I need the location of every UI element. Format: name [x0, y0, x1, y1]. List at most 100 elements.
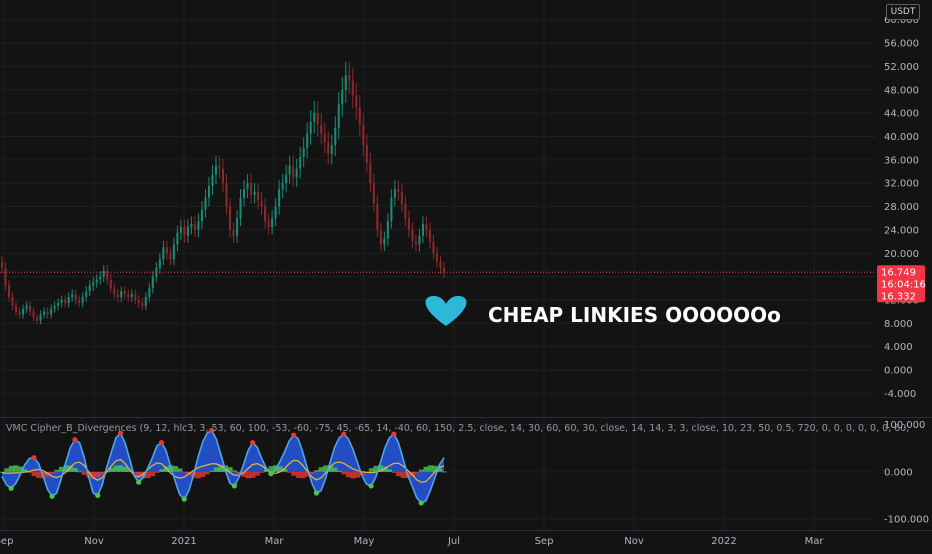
- price-tick-label: 36.000: [884, 155, 919, 166]
- candle-body: [313, 113, 316, 122]
- candle-body: [309, 121, 312, 134]
- candle-body: [302, 148, 305, 157]
- price-tick-label: 40.000: [884, 132, 919, 143]
- candle-body: [351, 80, 354, 96]
- candle-body: [278, 189, 281, 207]
- candle-body: [239, 197, 242, 219]
- wave-cross-dot: [72, 437, 78, 443]
- candle-body: [71, 294, 74, 298]
- candle-body: [193, 224, 196, 230]
- money-flow-bar: [309, 471, 315, 474]
- money-flow-bar: [400, 471, 406, 479]
- candle-body: [14, 305, 18, 312]
- candle-body: [123, 291, 126, 295]
- money-flow-bar: [204, 471, 210, 475]
- candle-body: [46, 311, 49, 315]
- money-flow-bar: [254, 471, 260, 476]
- money-flow-bar: [391, 471, 397, 473]
- candle-body: [176, 232, 179, 245]
- candle-body: [428, 229, 432, 242]
- money-flow-bar: [200, 471, 206, 478]
- candle-body: [411, 229, 414, 242]
- candle-body: [432, 241, 435, 254]
- candle-body: [260, 200, 263, 207]
- price-tick-label: 20.000: [884, 249, 919, 260]
- money-flow-bar: [177, 468, 183, 472]
- candle-body: [271, 218, 274, 227]
- money-flow-bar: [72, 467, 78, 472]
- money-flow-bar: [428, 465, 434, 472]
- price-tick-label: 8.000: [884, 319, 913, 330]
- candle-body: [32, 311, 35, 318]
- time-tick-label: Jul: [447, 536, 460, 547]
- candle-body: [116, 294, 119, 298]
- money-flow-bar: [232, 470, 238, 472]
- chart-stage[interactable]: CHEAP LINKIES OOOOOOo -4.000 0.000 4.000 8.…: [0, 0, 932, 550]
- money-flow-bar: [150, 471, 156, 477]
- indicator-axis[interactable]: 100.0000.000-100.000: [884, 420, 929, 525]
- wave-cross-dot: [8, 485, 14, 491]
- time-tick-label: Nov: [624, 536, 644, 547]
- money-flow-bar: [396, 471, 402, 477]
- money-flow-bar: [81, 471, 87, 475]
- candle-body: [190, 224, 193, 227]
- candle-body: [400, 191, 403, 204]
- candle-body: [225, 183, 228, 207]
- wave-cross-dot: [158, 440, 165, 446]
- money-flow-bar: [77, 471, 83, 473]
- candle-body: [316, 113, 319, 125]
- candle-body: [274, 206, 277, 219]
- money-flow-bar: [181, 471, 188, 473]
- candle-body: [334, 127, 337, 146]
- money-flow-bar: [346, 471, 352, 478]
- candle-body: [306, 133, 309, 149]
- money-flow-bar: [213, 467, 219, 472]
- price-axis[interactable]: -4.0000.0004.0008.00012.00016.00020.0002…: [884, 15, 919, 400]
- price-tick-label: 24.000: [884, 225, 919, 236]
- candle-body: [348, 75, 351, 81]
- candle-body: [53, 305, 56, 309]
- heart-icon: [425, 296, 467, 326]
- candle-body: [60, 299, 63, 303]
- indicator-pane: [0, 424, 876, 520]
- candle-body: [250, 183, 253, 195]
- time-tick-label: 2022: [711, 536, 736, 547]
- money-flow-bar: [291, 471, 297, 476]
- indicator-tick-label: -100.000: [884, 514, 929, 525]
- candle-body: [197, 221, 200, 230]
- candle-body: [127, 294, 130, 298]
- indicator-label[interactable]: VMC Cipher_B_Divergences (9, 12, hlc3, 3…: [6, 423, 909, 434]
- wave-cross-dot: [95, 492, 101, 498]
- annotation[interactable]: CHEAP LINKIES OOOOOOo: [425, 296, 781, 327]
- money-flow-bar: [332, 467, 338, 472]
- candle-body: [200, 209, 204, 222]
- candle-body: [418, 235, 421, 245]
- money-flow-bar: [295, 471, 301, 478]
- candle-body: [267, 221, 270, 227]
- candle-body: [99, 276, 102, 280]
- money-flow-bar: [36, 471, 42, 479]
- money-flow-bar: [49, 471, 55, 474]
- candle-body: [67, 297, 70, 303]
- time-tick-label: Sep: [535, 536, 554, 547]
- candle-body: [0, 262, 4, 268]
- money-flow-bar: [13, 465, 19, 472]
- time-axis[interactable]: Sep Nov 2021 Mar May Jul Sep Nov 2022 Mar: [0, 530, 932, 548]
- candle-body: [407, 218, 410, 230]
- price-chart[interactable]: CHEAP LINKIES OOOOOOo -4.000 0.000 4.000 8.…: [0, 0, 932, 550]
- candle-body: [95, 279, 98, 283]
- candle-body: [151, 276, 154, 289]
- money-flow-bar: [368, 468, 374, 472]
- money-flow-bar: [4, 468, 10, 472]
- candle-body: [285, 174, 288, 184]
- candle-body: [120, 291, 123, 298]
- candle-body: [81, 297, 84, 303]
- money-flow-bar: [414, 471, 420, 474]
- candle-body: [232, 229, 235, 236]
- candle-body: [323, 133, 326, 143]
- candle-body: [172, 244, 175, 260]
- price-tick-label: 32.000: [884, 179, 919, 190]
- candle-body: [211, 174, 214, 187]
- price-tag-label: 16:04:16: [881, 280, 926, 291]
- currency-badge[interactable]: USDT: [886, 4, 920, 20]
